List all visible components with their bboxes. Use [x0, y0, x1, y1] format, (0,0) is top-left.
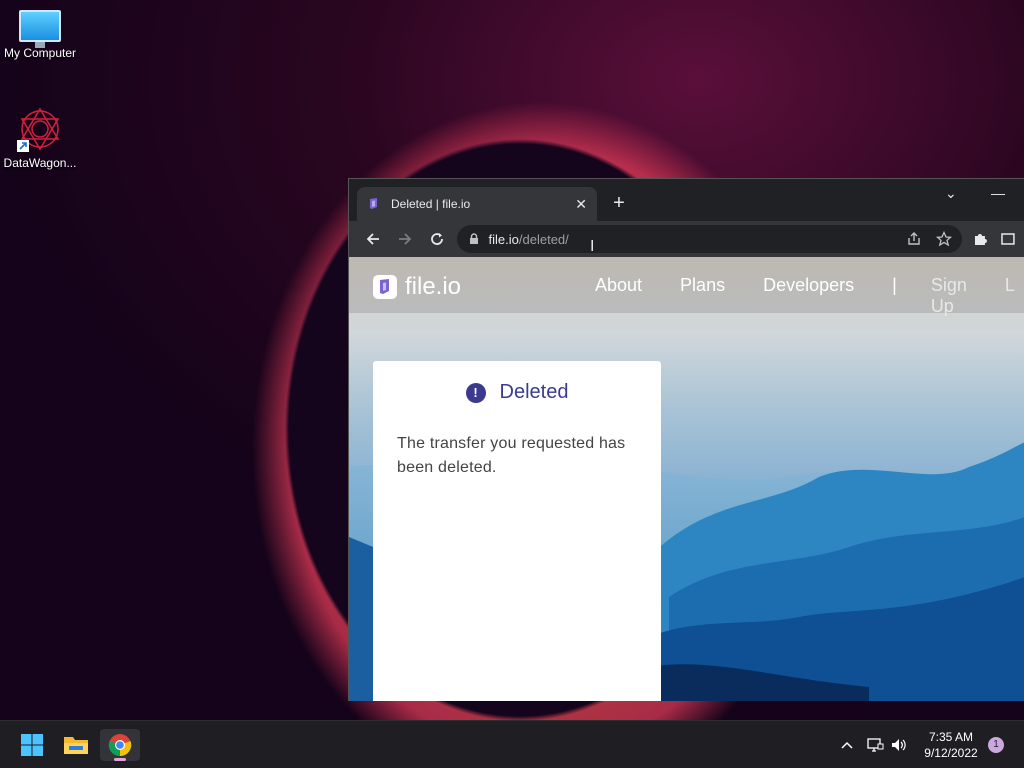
url-path: /deleted/ — [518, 231, 569, 247]
share-icon[interactable] — [906, 231, 922, 247]
browser-toolbar: file.io/deleted/ — [349, 221, 1024, 257]
reload-button[interactable] — [421, 225, 453, 253]
fileio-logo[interactable]: file.io — [373, 273, 461, 301]
chrome-taskbar-button[interactable] — [100, 729, 140, 761]
taskbar: 7:35 AM 9/12/2022 1 — [0, 720, 1024, 768]
file-explorer-button[interactable] — [56, 729, 96, 761]
active-app-indicator — [114, 758, 126, 761]
nav-developers[interactable]: Developers — [763, 275, 854, 317]
bookmark-star-icon[interactable] — [936, 231, 953, 247]
deleted-card: ! Deleted The transfer you requested has… — [373, 361, 661, 701]
side-panel-icon[interactable] — [1000, 231, 1016, 247]
desktop-icon-datawagon[interactable]: DataWagon... — [0, 106, 80, 170]
nav-signup[interactable]: Sign Up — [931, 275, 967, 317]
nav-separator: | — [892, 275, 897, 295]
card-header: ! Deleted — [373, 381, 661, 404]
browser-window: Deleted | file.io ✕ + ⌄ — file.io/delete… — [348, 178, 1024, 701]
new-tab-button[interactable]: + — [607, 191, 631, 215]
card-message: The transfer you requested has been dele… — [397, 435, 626, 476]
chrome-icon — [108, 734, 132, 757]
forward-button[interactable] — [389, 225, 421, 253]
datawagon-icon — [17, 106, 63, 152]
nav-login-partial[interactable]: L — [1005, 275, 1015, 317]
url-host: file.io — [488, 231, 519, 247]
web-page: file.io About Plans Developers | Sign Up… — [349, 257, 1024, 701]
tab-title: Deleted | file.io — [391, 197, 471, 211]
desktop-icon-label: DataWagon... — [3, 156, 77, 170]
fileio-favicon-icon — [370, 198, 377, 209]
back-button[interactable] — [357, 225, 389, 253]
start-button[interactable] — [12, 729, 52, 761]
clock-date: 9/12/2022 — [924, 746, 978, 760]
desktop-icon-my-computer[interactable]: My Computer — [0, 10, 80, 60]
tab-search-icon[interactable]: ⌄ — [945, 185, 957, 202]
nav-about[interactable]: About — [595, 275, 642, 317]
arrow-right-icon — [398, 233, 412, 245]
card-title: Deleted — [499, 381, 569, 403]
reload-icon — [430, 233, 443, 245]
desktop-icon-label: My Computer — [3, 46, 77, 60]
site-header: file.io About Plans Developers | Sign Up… — [349, 257, 1024, 316]
volume-icon[interactable] — [890, 737, 908, 753]
extensions-puzzle-icon[interactable] — [972, 231, 988, 247]
notification-badge[interactable]: 1 — [988, 737, 1004, 753]
network-icon[interactable] — [866, 737, 884, 753]
windows-logo-icon — [21, 734, 43, 756]
browser-titlebar: Deleted | file.io ✕ + ⌄ — — [349, 179, 1024, 221]
logo-text: file.io — [405, 273, 462, 300]
nav-plans[interactable]: Plans — [680, 275, 725, 317]
minimize-button[interactable]: — — [991, 185, 1005, 201]
clock-time: 7:35 AM — [928, 730, 974, 744]
lock-icon — [469, 233, 478, 244]
browser-tab[interactable]: Deleted | file.io ✕ — [357, 187, 597, 221]
system-clock[interactable]: 7:35 AM 9/12/2022 — [918, 729, 984, 761]
alert-circle-icon: ! — [465, 382, 486, 403]
chevron-up-icon[interactable] — [840, 738, 854, 752]
monitor-icon — [19, 10, 61, 48]
address-bar[interactable]: file.io/deleted/ — [456, 225, 963, 253]
fileio-logo-icon — [373, 275, 397, 299]
tab-close-icon[interactable]: ✕ — [575, 196, 587, 213]
text-cursor-icon: I — [590, 238, 595, 255]
folder-icon — [64, 737, 88, 754]
site-nav-links: About Plans Developers | Sign Up L — [595, 275, 1024, 317]
arrow-left-icon — [366, 233, 379, 245]
